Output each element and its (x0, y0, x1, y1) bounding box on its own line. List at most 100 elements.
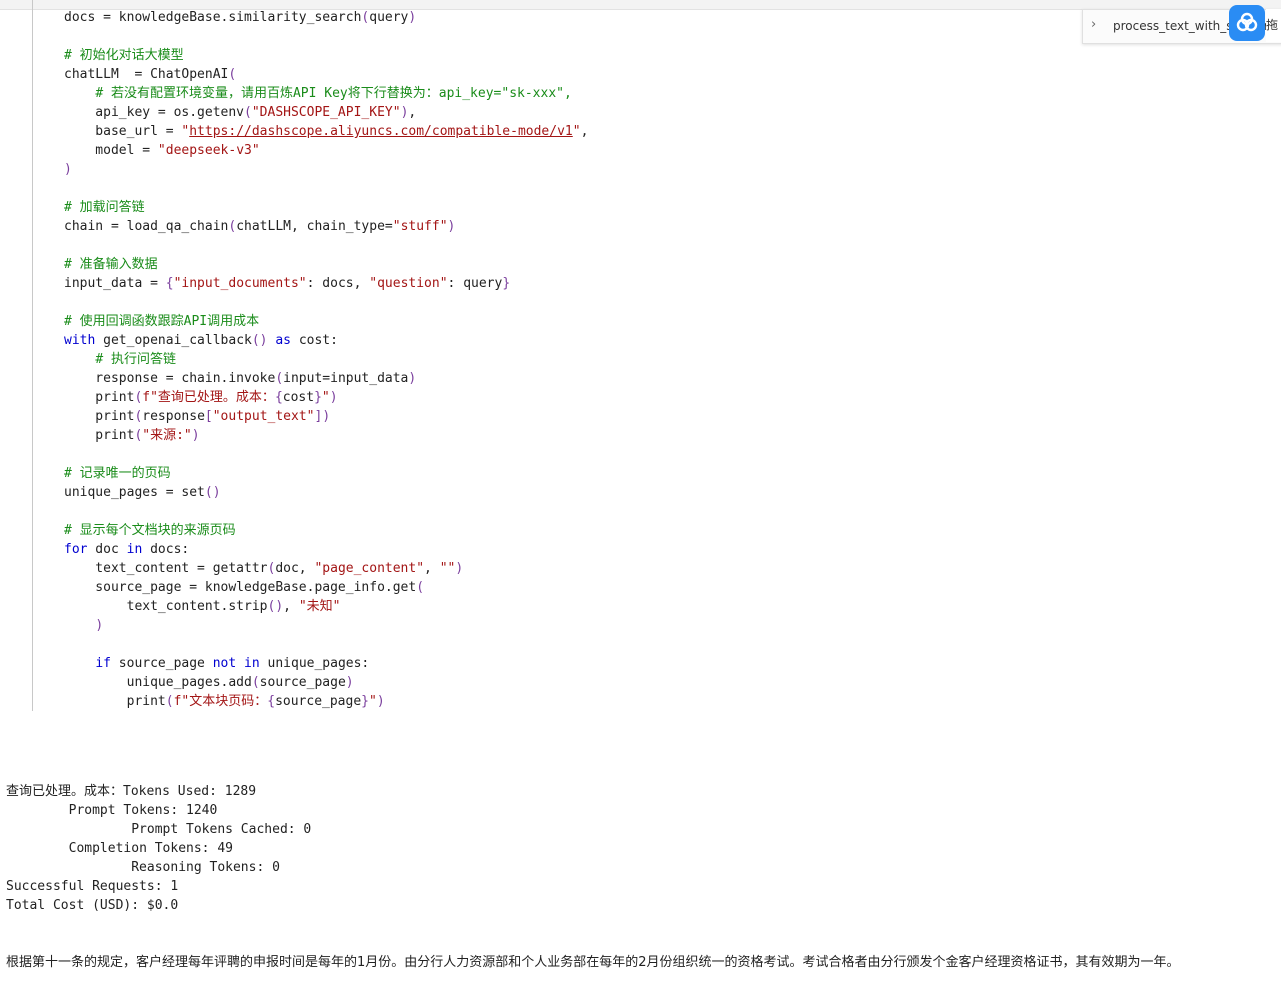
code-token: # 加载问答链 (64, 200, 145, 215)
code-token: unique_pages = set (64, 485, 205, 500)
code-token: print (64, 409, 135, 424)
code-token: ) (447, 219, 456, 234)
code-line[interactable] (64, 179, 588, 198)
code-line[interactable]: unique_pages = set() (64, 483, 588, 502)
code-token: ) (408, 10, 417, 25)
code-line[interactable]: model = "deepseek-v3" (64, 141, 588, 160)
code-line[interactable]: for doc in docs: (64, 540, 588, 559)
code-line[interactable]: response = chain.invoke(input=input_data… (64, 369, 588, 388)
code-line[interactable]: input_data = {"input_documents": docs, "… (64, 274, 588, 293)
code-token: # 初始化对话大模型 (64, 48, 184, 63)
code-token: , (283, 599, 299, 614)
code-line[interactable]: # 准备输入数据 (64, 255, 588, 274)
code-token: input_data = (64, 276, 166, 291)
code-token: ) (329, 390, 338, 405)
code-line[interactable]: # 使用回调函数跟踪API调用成本 (64, 312, 588, 331)
code-token: as (275, 333, 291, 348)
code-token: doc (87, 542, 127, 557)
code-token: if (95, 656, 111, 671)
code-token: source_page (275, 694, 362, 709)
output-line: Reasoning Tokens: 0 (6, 860, 280, 875)
cell-gutter-line (32, 0, 33, 711)
code-token: "来源:" (142, 428, 192, 443)
code-token: chatLLM, chain_type= (236, 219, 393, 234)
code-line[interactable]: # 加载问答链 (64, 198, 588, 217)
code-token: "stuff" (392, 219, 448, 234)
code-line[interactable]: # 初始化对话大模型 (64, 46, 588, 65)
output-line: Total Cost (USD): $0.0 (6, 898, 179, 913)
code-token: chain = load_qa_chain (64, 219, 229, 234)
cloud-extension-button[interactable] (1229, 5, 1265, 41)
code-line[interactable]: text_content = getattr(doc, "page_conten… (64, 559, 588, 578)
code-line[interactable]: # 记录唯一的页码 (64, 464, 588, 483)
code-line[interactable]: docs = knowledgeBase.similarity_search(q… (64, 8, 588, 27)
code-token: "input_documents" (173, 276, 307, 291)
extension-tab[interactable]: 拖 (1266, 9, 1281, 42)
code-line[interactable]: print(f"文本块页码：{source_page}") (64, 692, 588, 711)
code-token: ) (455, 561, 464, 576)
code-line[interactable]: if source_page not in unique_pages: (64, 654, 588, 673)
code-line[interactable]: ) (64, 160, 588, 179)
code-line[interactable] (64, 293, 588, 312)
code-line[interactable]: chatLLM = ChatOpenAI( (64, 65, 588, 84)
code-token: () (267, 599, 284, 614)
code-token: "question" (369, 276, 448, 291)
code-token: cost: (291, 333, 338, 348)
code-token: for (64, 542, 88, 557)
code-token: docs: (142, 542, 190, 557)
code-token: with (64, 333, 96, 348)
code-line[interactable]: with get_openai_callback() as cost: (64, 331, 588, 350)
code-token: "output_text" (212, 409, 315, 424)
code-line[interactable]: unique_pages.add(source_page) (64, 673, 588, 692)
code-line[interactable]: # 执行问答链 (64, 350, 588, 369)
code-line[interactable] (64, 27, 588, 46)
code-token: () (251, 333, 268, 348)
output-line: Prompt Tokens Cached: 0 (6, 822, 312, 837)
code-line[interactable]: base_url = "https://dashscope.aliyuncs.c… (64, 122, 588, 141)
code-line[interactable]: # 若没有配置环境变量，请用百炼API Key将下行替换为：api_key="s… (64, 84, 588, 103)
code-token: } (314, 390, 322, 405)
code-line[interactable]: # 显示每个文档块的来源页码 (64, 521, 588, 540)
code-line[interactable]: ) (64, 616, 588, 635)
code-token: response (142, 409, 205, 424)
code-token: in (244, 656, 260, 671)
code-token: api_key = os.getenv (64, 105, 245, 120)
cloud-icon (1236, 12, 1258, 32)
code-token: "DASHSCOPE_API_KEY" (251, 105, 401, 120)
code-line[interactable]: source_page = knowledgeBase.page_info.ge… (64, 578, 588, 597)
code-editor[interactable]: docs = knowledgeBase.similarity_search (q… (64, 8, 588, 711)
code-token: input=input_data (283, 371, 409, 386)
code-line[interactable]: print("来源:") (64, 426, 588, 445)
code-line[interactable] (64, 236, 588, 255)
code-token: "未知" (298, 599, 341, 614)
code-cell[interactable]: docs = knowledgeBase.similarity_search (q… (0, 0, 1281, 714)
code-line[interactable] (64, 635, 588, 654)
code-token: " (321, 390, 330, 405)
code-token: base_url = (64, 124, 182, 139)
code-token: # 准备输入数据 (64, 257, 158, 272)
code-token: print (64, 390, 135, 405)
code-token: , (424, 561, 440, 576)
code-token: # 显示每个文档块的来源页码 (64, 523, 236, 538)
chevron-right-icon[interactable]: › (1091, 17, 1096, 32)
code-line[interactable] (64, 445, 588, 464)
code-line[interactable]: chain = load_qa_chain(chatLLM, chain_typ… (64, 217, 588, 236)
code-token: cost (282, 390, 315, 405)
answer-text: 根据第十一条的规定，客户经理每年评聘的申报时间是每年的1月份。由分行人力资源部和… (6, 955, 1180, 970)
code-token: source_page (110, 656, 213, 671)
code-token: { (165, 276, 174, 291)
code-token: ( (416, 580, 425, 595)
code-line[interactable] (64, 502, 588, 521)
code-token: f"文本块页码： (173, 694, 268, 709)
code-token: , (408, 105, 417, 120)
output-line: Prompt Tokens: 1240 (6, 803, 218, 818)
code-token: source_page = knowledgeBase.page_info.ge… (64, 580, 417, 595)
code-line[interactable]: print(response["output_text"]) (64, 407, 588, 426)
code-line[interactable]: print(f"查询已处理。成本：{cost}") (64, 388, 588, 407)
output-line: Successful Requests: 1 (6, 879, 179, 894)
code-line[interactable]: api_key = os.getenv("DASHSCOPE_API_KEY")… (64, 103, 588, 122)
code-token: ( (244, 105, 252, 120)
code-line[interactable]: text_content.strip(), "未知" (64, 597, 588, 616)
